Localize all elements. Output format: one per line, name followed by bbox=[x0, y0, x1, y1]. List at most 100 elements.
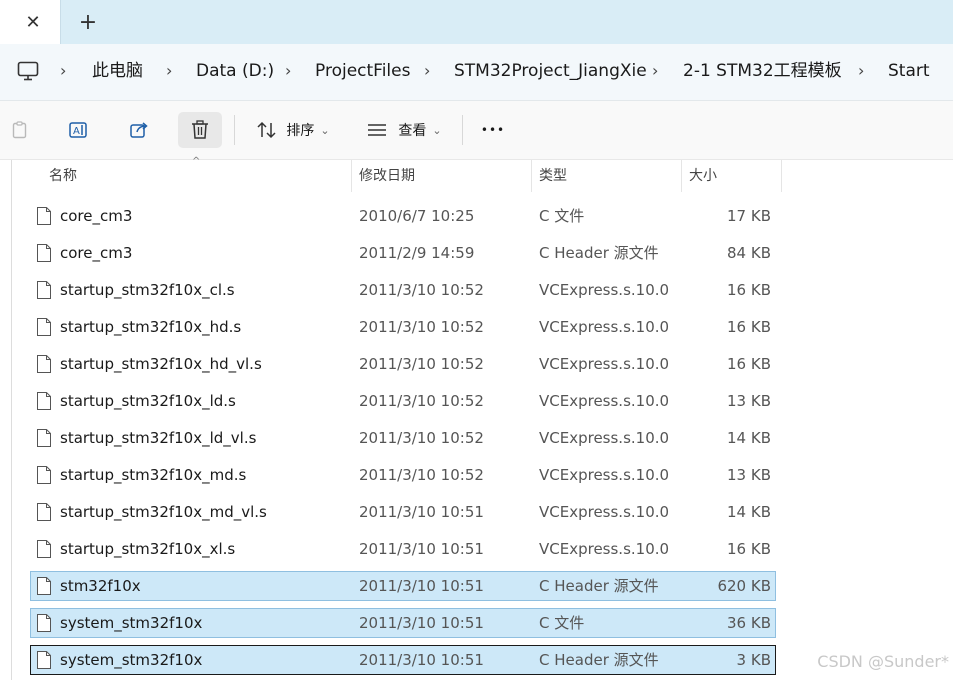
file-type: VCExpress.s.10.0 bbox=[539, 355, 670, 373]
file-row[interactable]: startup_stm32f10x_cl.s 2011/3/10 10:52 VCE… bbox=[30, 275, 776, 305]
file-row[interactable]: startup_stm32f10x_xl.s 2011/3/10 10:51 VCE… bbox=[30, 534, 776, 564]
file-size: 16 KB bbox=[727, 355, 771, 373]
breadcrumb-chevron-icon[interactable]: › bbox=[424, 59, 430, 83]
more-options-button[interactable]: ••• bbox=[474, 112, 512, 148]
file-type: C Header 源文件 bbox=[539, 651, 659, 669]
breadcrumb-template[interactable]: 2-1 STM32工程模板 bbox=[683, 59, 842, 83]
new-tab-icon[interactable]: + bbox=[74, 9, 102, 35]
breadcrumb-chevron-icon[interactable]: › bbox=[652, 59, 658, 83]
rename-button[interactable]: A bbox=[61, 112, 97, 148]
delete-icon bbox=[192, 120, 208, 139]
file-row[interactable]: stm32f10x 2011/3/10 10:51 C Header 源文件 620 … bbox=[30, 571, 776, 601]
file-modified-date: 2011/3/10 10:51 bbox=[359, 503, 484, 521]
column-resize-handle[interactable] bbox=[681, 160, 682, 192]
toolbar-divider bbox=[234, 115, 235, 145]
active-tab[interactable]: ✕ bbox=[0, 0, 61, 44]
paste-button[interactable] bbox=[2, 112, 38, 148]
sort-ascending-icon: ^ bbox=[192, 156, 201, 167]
file-name: startup_stm32f10x_xl.s bbox=[60, 540, 236, 558]
file-row[interactable]: core_cm3 2011/2/9 14:59 C Header 源文件 84 KB bbox=[30, 238, 776, 268]
view-button[interactable]: 查看 ⌄ bbox=[358, 112, 450, 148]
file-row[interactable]: system_stm32f10x 2011/3/10 10:51 C Header … bbox=[30, 645, 776, 675]
computer-icon[interactable] bbox=[16, 59, 40, 83]
file-modified-date: 2011/3/10 10:51 bbox=[359, 614, 484, 632]
rename-icon: A bbox=[69, 122, 87, 138]
column-header-name[interactable]: 名称 bbox=[49, 160, 77, 192]
breadcrumb-projectfiles[interactable]: ProjectFiles bbox=[315, 59, 410, 83]
more-icon: ••• bbox=[480, 123, 506, 137]
file-type: VCExpress.s.10.0 bbox=[539, 392, 670, 410]
pane-edge bbox=[11, 160, 12, 680]
file-name: startup_stm32f10x_md_vl.s bbox=[60, 503, 267, 521]
file-name: startup_stm32f10x_cl.s bbox=[60, 281, 235, 299]
file-name: system_stm32f10x bbox=[60, 651, 203, 669]
file-name: startup_stm32f10x_ld_vl.s bbox=[60, 429, 257, 447]
file-icon bbox=[37, 281, 51, 299]
file-name: startup_stm32f10x_md.s bbox=[60, 466, 247, 484]
file-type: C Header 源文件 bbox=[539, 244, 659, 262]
breadcrumb-chevron-icon[interactable]: › bbox=[285, 59, 291, 83]
file-type: VCExpress.s.10.0 bbox=[539, 429, 670, 447]
file-icon bbox=[37, 429, 51, 447]
file-icon bbox=[37, 244, 51, 262]
file-type: VCExpress.s.10.0 bbox=[539, 540, 670, 558]
file-type: VCExpress.s.10.0 bbox=[539, 318, 670, 336]
breadcrumb-this-pc[interactable]: 此电脑 bbox=[92, 59, 143, 83]
file-row[interactable]: system_stm32f10x 2011/3/10 10:51 C 文件 36 KB bbox=[30, 608, 776, 638]
file-row[interactable]: startup_stm32f10x_md.s 2011/3/10 10:52 VCE… bbox=[30, 460, 776, 490]
column-header-row: ^ 名称 修改日期 类型 大小 bbox=[30, 156, 782, 192]
breadcrumb-drive-d[interactable]: Data (D:) bbox=[196, 59, 274, 83]
sort-button[interactable]: 排序 ⌄ bbox=[246, 112, 340, 148]
file-icon bbox=[37, 577, 51, 595]
tab-bar: ✕ + bbox=[0, 0, 953, 44]
file-row[interactable]: startup_stm32f10x_md_vl.s 2011/3/10 10:51… bbox=[30, 497, 776, 527]
column-resize-handle[interactable] bbox=[781, 160, 782, 192]
file-name: core_cm3 bbox=[60, 244, 133, 262]
breadcrumb-chevron-icon[interactable]: › bbox=[166, 59, 172, 83]
file-row[interactable]: startup_stm32f10x_hd.s 2011/3/10 10:52 VCE… bbox=[30, 312, 776, 342]
file-icon bbox=[37, 318, 51, 336]
file-name: startup_stm32f10x_hd_vl.s bbox=[60, 355, 262, 373]
chevron-down-icon: ⌄ bbox=[320, 123, 330, 137]
breadcrumb-stm32project[interactable]: STM32Project_JiangXie bbox=[454, 59, 647, 83]
breadcrumb-start[interactable]: Start bbox=[888, 59, 930, 83]
view-icon bbox=[368, 124, 387, 136]
file-size: 14 KB bbox=[727, 503, 771, 521]
file-size: 13 KB bbox=[727, 392, 771, 410]
column-header-type[interactable]: 类型 bbox=[539, 160, 567, 192]
file-type: C 文件 bbox=[539, 614, 585, 632]
file-size: 14 KB bbox=[727, 429, 771, 447]
column-header-size[interactable]: 大小 bbox=[689, 160, 717, 192]
breadcrumb-chevron-icon[interactable]: › bbox=[60, 59, 66, 83]
file-size: 3 KB bbox=[736, 651, 771, 669]
chevron-down-icon: ⌄ bbox=[432, 123, 442, 137]
file-icon bbox=[37, 651, 51, 669]
column-resize-handle[interactable] bbox=[351, 160, 352, 192]
file-modified-date: 2011/3/10 10:51 bbox=[359, 577, 484, 595]
file-size: 84 KB bbox=[727, 244, 771, 262]
column-resize-handle[interactable] bbox=[531, 160, 532, 192]
file-row[interactable]: startup_stm32f10x_ld_vl.s 2011/3/10 10:52… bbox=[30, 423, 776, 453]
file-name: system_stm32f10x bbox=[60, 614, 203, 632]
breadcrumb-chevron-icon[interactable]: › bbox=[858, 59, 864, 83]
file-icon bbox=[37, 614, 51, 632]
sort-icon bbox=[257, 121, 276, 139]
file-size: 16 KB bbox=[727, 281, 771, 299]
file-icon bbox=[37, 392, 51, 410]
file-modified-date: 2011/3/10 10:52 bbox=[359, 429, 484, 447]
command-bar: A 排序 ⌄ 查看 ⌄ ••• bbox=[0, 101, 953, 160]
share-icon bbox=[130, 122, 148, 138]
column-header-date[interactable]: 修改日期 bbox=[359, 160, 415, 192]
file-row[interactable]: startup_stm32f10x_hd_vl.s 2011/3/10 10:52… bbox=[30, 349, 776, 379]
file-modified-date: 2011/3/10 10:52 bbox=[359, 318, 484, 336]
file-type: VCExpress.s.10.0 bbox=[539, 281, 670, 299]
delete-button[interactable] bbox=[178, 112, 222, 148]
file-row[interactable]: startup_stm32f10x_ld.s 2011/3/10 10:52 VCE… bbox=[30, 386, 776, 416]
file-row[interactable]: core_cm3 2010/6/7 10:25 C 文件 17 KB bbox=[30, 201, 776, 231]
close-tab-icon[interactable]: ✕ bbox=[20, 9, 46, 35]
file-size: 36 KB bbox=[727, 614, 771, 632]
file-type: VCExpress.s.10.0 bbox=[539, 503, 670, 521]
file-name: stm32f10x bbox=[60, 577, 141, 595]
share-button[interactable] bbox=[121, 112, 157, 148]
address-bar: › 此电脑 › Data (D:) › ProjectFiles › STM32… bbox=[0, 44, 953, 101]
